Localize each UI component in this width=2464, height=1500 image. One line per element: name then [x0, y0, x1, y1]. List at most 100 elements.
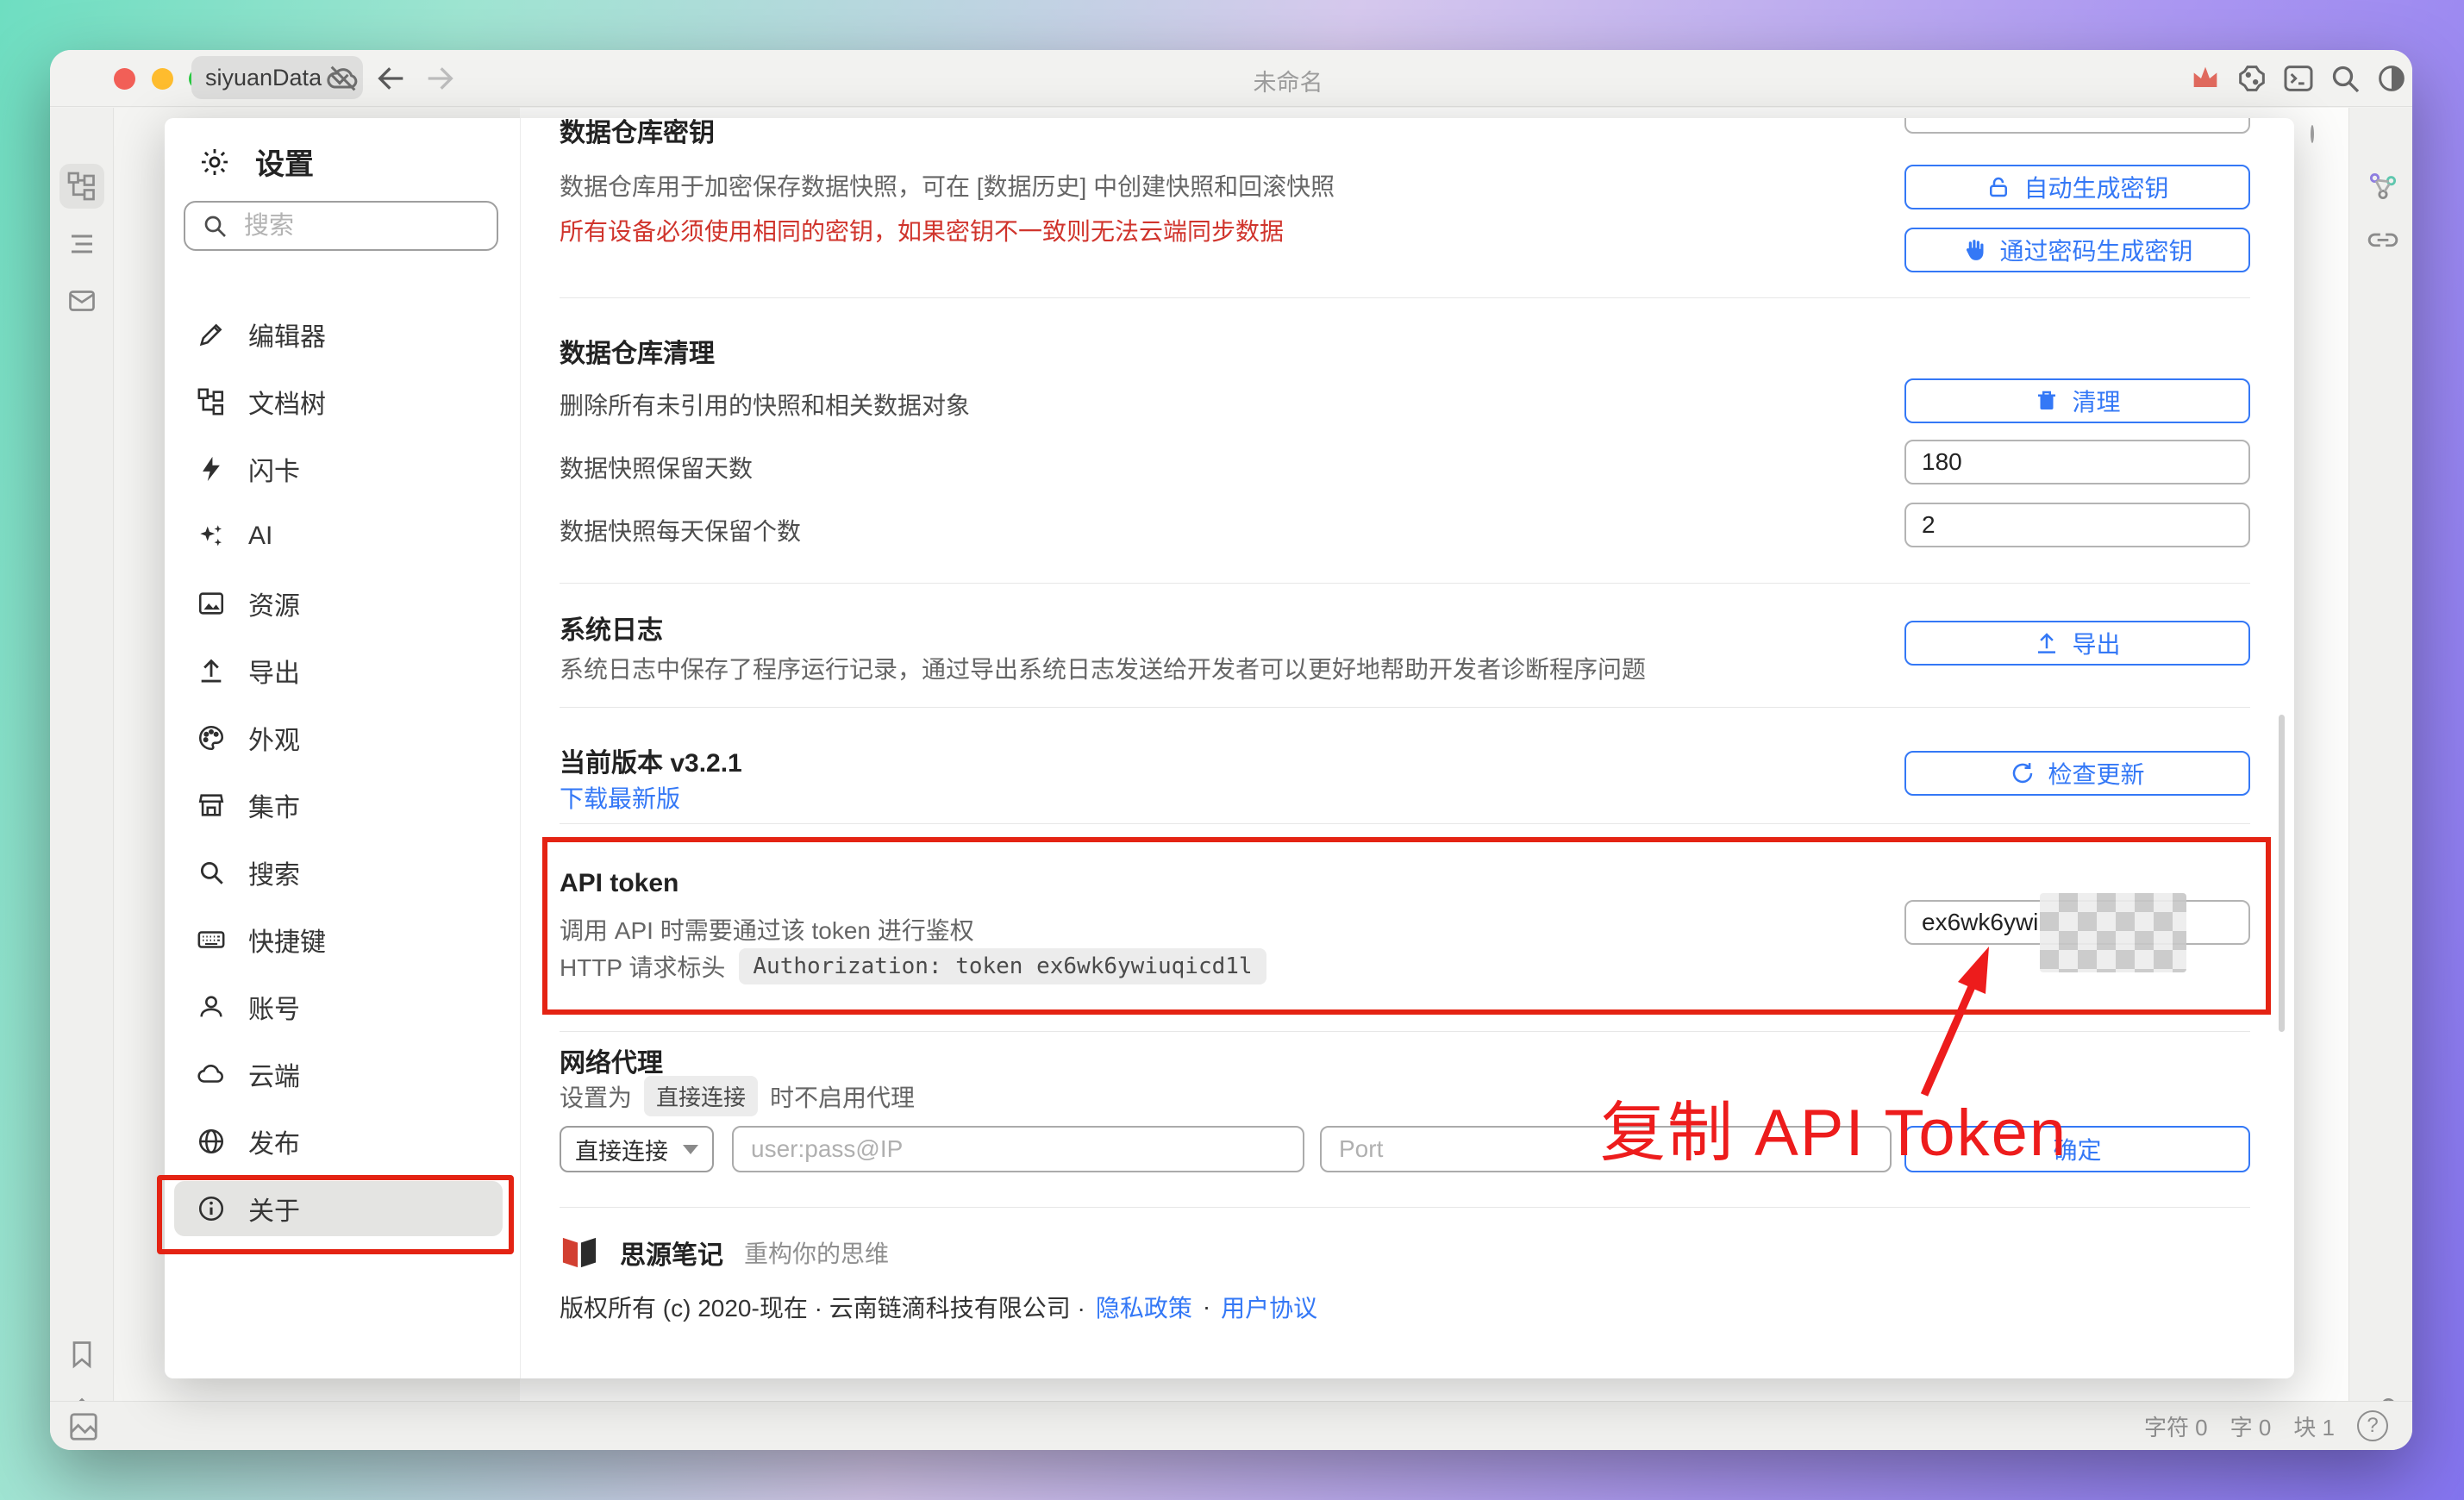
right-dock	[2348, 108, 2412, 1401]
keyboard-icon	[197, 925, 226, 954]
app-name: 思源笔记	[620, 1234, 723, 1272]
image-icon	[197, 589, 226, 618]
copyright-row: 版权所有 (c) 2020-现在 · 云南链滴科技有限公司 · 隐私政策 · 用…	[560, 1290, 1317, 1324]
sidebar-item-marketplace[interactable]: 集市	[174, 778, 503, 833]
divider	[560, 707, 2250, 708]
sparkles-icon	[197, 522, 226, 551]
sidebar-item-appearance[interactable]: 外观	[174, 710, 503, 766]
privacy-policy-link[interactable]: 隐私政策	[1096, 1290, 1192, 1324]
block-count: 块 1	[2293, 1410, 2335, 1442]
syslog-heading: 系统日志	[560, 609, 663, 647]
sidebar-item-assets[interactable]: 资源	[174, 576, 503, 631]
terms-link[interactable]: 用户协议	[1221, 1290, 1317, 1324]
bookmark-icon[interactable]	[66, 1339, 97, 1370]
app-slogan: 重构你的思维	[744, 1235, 889, 1270]
sidebar-item-publish[interactable]: 发布	[174, 1114, 503, 1169]
sidebar-item-editor[interactable]: 编辑器	[174, 307, 503, 362]
backlinks-icon[interactable]	[2367, 225, 2399, 258]
sidebar-item-export[interactable]: 导出	[174, 643, 503, 698]
proxy-type-select[interactable]: 直接连接	[560, 1126, 714, 1172]
settings-search-input[interactable]	[244, 212, 468, 241]
store-icon	[197, 791, 226, 820]
bolt-icon	[197, 454, 226, 484]
person-icon	[197, 992, 226, 1022]
palette-icon	[197, 723, 226, 753]
purge-row2-label: 数据快照保留天数	[560, 450, 753, 484]
auto-generate-key-button[interactable]: 自动生成密钥	[1904, 165, 2250, 209]
sidebar-item-flashcard[interactable]: 闪卡	[174, 441, 503, 497]
upload-icon	[2034, 630, 2060, 656]
divider	[560, 1207, 2250, 1208]
copyright-text: 版权所有 (c) 2020-现在 · 云南链滴科技有限公司 ·	[560, 1290, 1085, 1324]
settings-dialog: 设置 编辑器 文档树 闪卡 AI 资源 导出 外观 集市 搜索	[165, 118, 2294, 1378]
back-arrow-icon[interactable]	[374, 61, 409, 96]
dialog-close-icon[interactable]	[2311, 125, 2314, 143]
traffic-minimize-button[interactable]	[152, 68, 173, 90]
export-log-button[interactable]: 导出	[1904, 621, 2250, 666]
file-tree-icon[interactable]	[66, 171, 97, 202]
hand-icon	[1961, 237, 1987, 263]
check-update-button[interactable]: 检查更新	[1904, 751, 2250, 796]
proxy-confirm-button[interactable]: 确定	[1904, 1126, 2250, 1172]
sidebar-item-about[interactable]: 关于	[174, 1181, 503, 1236]
settings-search-box[interactable]	[184, 201, 498, 251]
cloud-off-icon[interactable]	[326, 61, 360, 96]
download-latest-link[interactable]: 下载最新版	[560, 780, 680, 815]
trash-icon	[2034, 388, 2060, 414]
generate-key-by-password-button[interactable]: 通过密码生成密钥	[1904, 228, 2250, 272]
sidebar-item-hotkeys[interactable]: 快捷键	[174, 912, 503, 967]
content-scrollbar[interactable]	[2279, 715, 2285, 1032]
char-count: 字符 0	[2144, 1410, 2208, 1442]
globe-icon	[197, 1127, 226, 1156]
divider	[560, 1031, 2250, 1032]
proxy-desc-row: 设置为 直接连接 时不启用代理	[560, 1076, 915, 1116]
proxy-port-input[interactable]	[1320, 1126, 1892, 1172]
search-icon[interactable]	[2328, 61, 2362, 96]
document-title: 未命名	[1102, 64, 1474, 97]
theme-mode-icon[interactable]	[2374, 61, 2409, 96]
syslog-desc: 系统日志中保存了程序运行记录，通过导出系统日志发送给开发者可以更好地帮助开发者诊…	[560, 651, 1646, 685]
sidebar-item-cloud[interactable]: 云端	[174, 1047, 503, 1102]
sidebar-item-search[interactable]: 搜索	[174, 845, 503, 900]
outline-icon[interactable]	[66, 228, 97, 259]
sidebar-item-doctree[interactable]: 文档树	[174, 374, 503, 429]
sidebar-divider	[520, 118, 521, 1378]
repo-key-heading: 数据仓库密钥	[560, 118, 715, 149]
snapshot-per-day-input[interactable]	[1904, 503, 2250, 547]
app-footer: 思源笔记 重构你的思维	[560, 1234, 889, 1272]
pencil-icon	[197, 320, 226, 349]
repo-key-input[interactable]	[1904, 118, 2250, 134]
statusbar: 字符 0 字 0 块 1 ?	[50, 1401, 2412, 1450]
dropdown-arrow-icon	[683, 1145, 698, 1154]
upload-icon	[197, 656, 226, 685]
left-dock	[50, 108, 114, 1401]
search-icon	[197, 858, 226, 887]
doc-tree-icon	[197, 387, 226, 416]
forward-arrow-icon[interactable]	[422, 61, 457, 96]
snapshot-retention-days-input[interactable]	[1904, 440, 2250, 484]
proxy-user-input[interactable]	[732, 1126, 1304, 1172]
plugin-icon[interactable]	[2235, 61, 2269, 96]
gear-icon	[198, 146, 231, 178]
divider	[560, 583, 2250, 584]
info-icon	[197, 1194, 226, 1223]
search-icon	[201, 212, 228, 240]
api-http-row: HTTP 请求标头 Authorization: token ex6wk6ywi…	[560, 948, 1266, 984]
terminal-icon[interactable]	[2281, 61, 2316, 96]
purge-button[interactable]: 清理	[1904, 378, 2250, 423]
inbox-icon[interactable]	[66, 285, 97, 316]
api-http-code: Authorization: token ex6wk6ywiuqicd1l	[739, 948, 1266, 984]
direct-connect-chip: 直接连接	[644, 1076, 758, 1116]
sidebar-item-ai[interactable]: AI	[174, 509, 503, 564]
image-placeholder-icon[interactable]	[67, 1410, 100, 1443]
vip-crown-icon[interactable]	[2188, 61, 2223, 96]
proxy-heading: 网络代理	[560, 1041, 663, 1079]
purge-row1-label: 删除所有未引用的快照和相关数据对象	[560, 387, 970, 422]
lock-icon	[1986, 174, 2011, 200]
sidebar-item-account[interactable]: 账号	[174, 979, 503, 1034]
traffic-close-button[interactable]	[114, 68, 135, 90]
settings-title-row: 设置	[198, 141, 314, 183]
graph-icon[interactable]	[2367, 170, 2399, 203]
purge-row3-label: 数据快照每天保留个数	[560, 513, 801, 547]
help-icon[interactable]: ?	[2357, 1410, 2388, 1441]
